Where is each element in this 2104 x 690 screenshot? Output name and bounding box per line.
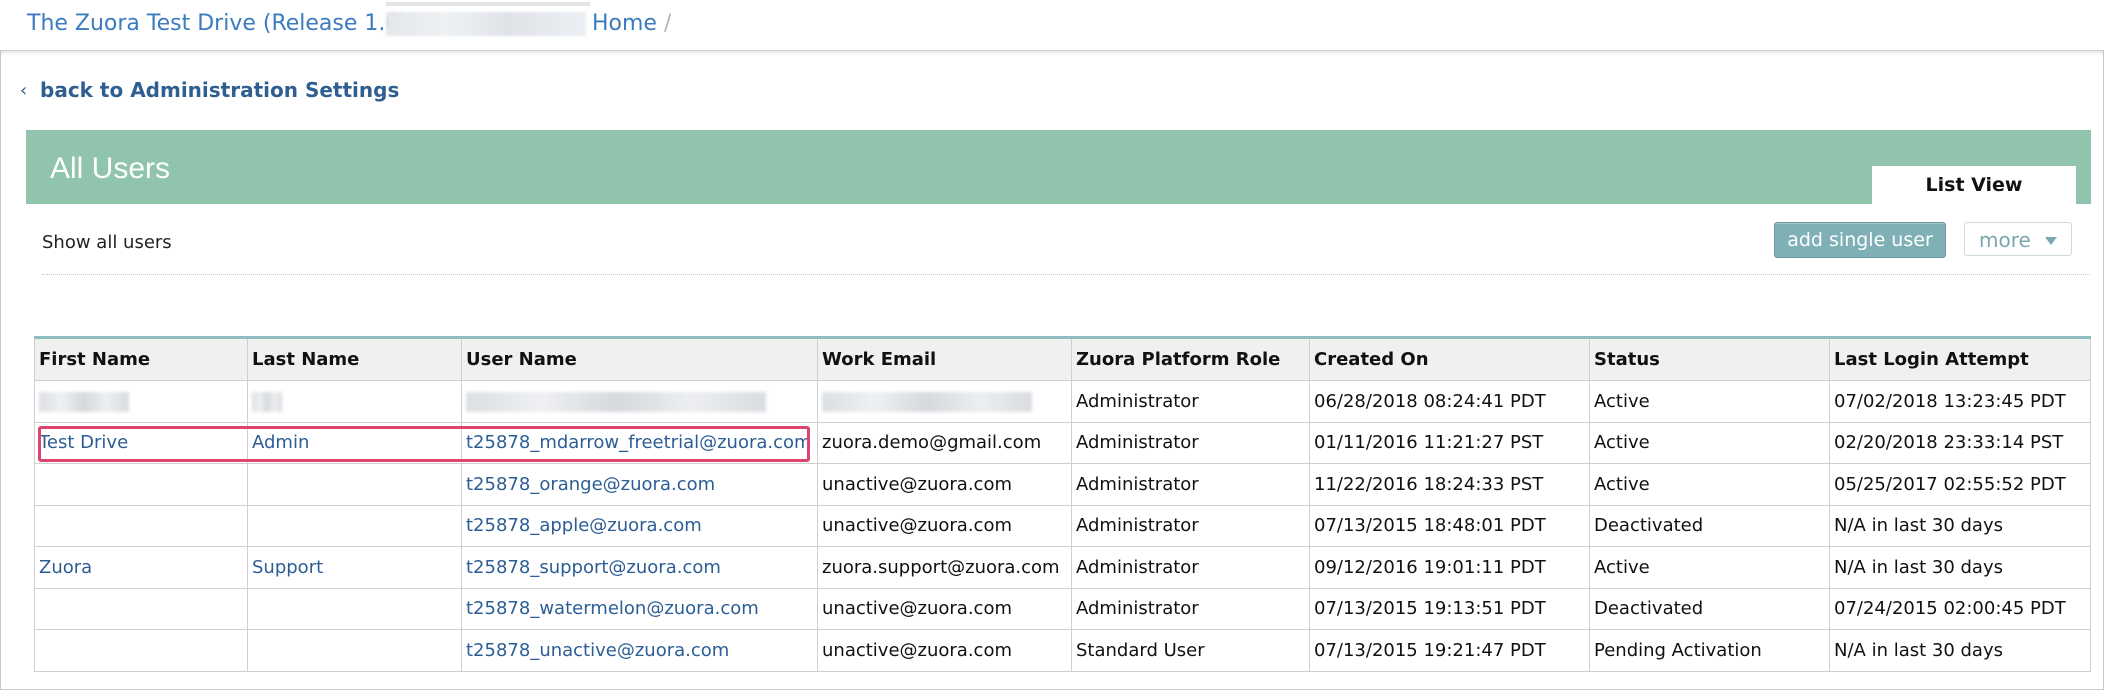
column-header[interactable]: Last Name — [247, 337, 462, 381]
role-cell: Administrator — [1071, 380, 1310, 423]
column-header[interactable]: Work Email — [817, 337, 1072, 381]
redacted-text — [252, 391, 282, 412]
tab-list-view[interactable]: List View — [1872, 166, 2076, 204]
username-link[interactable]: t25878_unactive@zuora.com — [461, 629, 818, 672]
table-row: t25878_watermelon@zuora.com unactive@zuo… — [34, 587, 2091, 630]
created-cell: 01/11/2016 11:21:27 PST — [1309, 421, 1590, 464]
username-cell — [461, 380, 818, 423]
last-login-cell: 02/20/2018 23:33:14 PST — [1829, 421, 2091, 464]
last-name-link[interactable]: Support — [247, 546, 462, 589]
table-row: t25878_unactive@zuora.com unactive@zuora… — [34, 629, 2091, 672]
created-cell: 09/12/2016 19:01:11 PDT — [1309, 546, 1590, 589]
breadcrumb-home-link[interactable]: Home — [592, 11, 657, 36]
email-cell — [817, 380, 1072, 423]
email-cell: unactive@zuora.com — [817, 587, 1072, 630]
created-cell: 11/22/2016 18:24:33 PST — [1309, 463, 1590, 506]
role-cell: Administrator — [1071, 504, 1310, 547]
email-cell: unactive@zuora.com — [817, 463, 1072, 506]
role-cell: Administrator — [1071, 546, 1310, 589]
status-cell: Deactivated — [1589, 587, 1830, 630]
last-name-link[interactable] — [247, 463, 462, 506]
first-name-link[interactable] — [34, 463, 248, 506]
redacted-text — [466, 391, 766, 412]
role-cell: Standard User — [1071, 629, 1310, 672]
page-title: All Users — [50, 152, 171, 185]
status-cell: Deactivated — [1589, 504, 1830, 547]
more-dropdown-button[interactable]: more — [1964, 222, 2072, 256]
status-cell: Pending Activation — [1589, 629, 1830, 672]
last-name-link[interactable]: Admin — [247, 421, 462, 464]
last-name-cell — [247, 380, 462, 423]
role-cell: Administrator — [1071, 587, 1310, 630]
redacted-bar — [386, 2, 590, 6]
users-table: First Name Last Name User Name Work Emai… — [34, 336, 2091, 672]
back-link[interactable]: ‹ back to Administration Settings — [20, 78, 399, 102]
last-login-cell: 07/02/2018 13:23:45 PDT — [1829, 380, 2091, 423]
status-cell: Active — [1589, 380, 1830, 423]
column-header[interactable]: User Name — [461, 337, 818, 381]
table-row: Zuora Support t25878_support@zuora.com z… — [34, 546, 2091, 589]
filter-label: Show all users — [42, 232, 172, 253]
status-cell: Active — [1589, 463, 1830, 506]
table-row: Test Drive Admin t25878_mdarrow_freetria… — [34, 421, 2091, 464]
breadcrumb-app-link[interactable]: The Zuora Test Drive (Release 1.0) — [27, 11, 408, 36]
first-name-link[interactable] — [34, 504, 248, 547]
last-name-link[interactable] — [247, 587, 462, 630]
last-name-link[interactable] — [247, 629, 462, 672]
status-cell: Active — [1589, 546, 1830, 589]
email-cell: zuora.demo@gmail.com — [817, 421, 1072, 464]
column-header[interactable]: Created On — [1309, 337, 1590, 381]
breadcrumb: The Zuora Test Drive (Release 1.0) Home … — [0, 0, 2104, 51]
username-link[interactable]: t25878_support@zuora.com — [461, 546, 818, 589]
last-login-cell: N/A in last 30 days — [1829, 504, 2091, 547]
divider — [42, 274, 2090, 275]
table-header-row: First Name Last Name User Name Work Emai… — [34, 337, 2091, 381]
created-cell: 07/13/2015 19:21:47 PDT — [1309, 629, 1590, 672]
last-name-link[interactable] — [247, 504, 462, 547]
first-name-link[interactable]: Test Drive — [34, 421, 248, 464]
page-header: All Users List View — [26, 130, 2091, 204]
back-link-label[interactable]: back to Administration Settings — [40, 78, 399, 102]
created-cell: 07/13/2015 18:48:01 PDT — [1309, 504, 1590, 547]
email-cell: unactive@zuora.com — [817, 629, 1072, 672]
first-name-link[interactable] — [34, 587, 248, 630]
last-login-cell: 07/24/2015 02:00:45 PDT — [1829, 587, 2091, 630]
table-row: Administrator 06/28/2018 08:24:41 PDT Ac… — [34, 380, 2091, 423]
chevron-left-icon: ‹ — [20, 79, 28, 101]
first-name-link[interactable]: Zuora — [34, 546, 248, 589]
first-name-link[interactable] — [34, 629, 248, 672]
column-header[interactable]: First Name — [34, 337, 248, 381]
column-header[interactable]: Last Login Attempt — [1829, 337, 2091, 381]
table-row: t25878_orange@zuora.com unactive@zuora.c… — [34, 463, 2091, 506]
breadcrumb-separator: / — [664, 11, 672, 36]
status-cell: Active — [1589, 421, 1830, 464]
redacted-text — [822, 391, 1032, 412]
username-link[interactable]: t25878_watermelon@zuora.com — [461, 587, 818, 630]
created-cell: 06/28/2018 08:24:41 PDT — [1309, 380, 1590, 423]
role-cell: Administrator — [1071, 463, 1310, 506]
more-button-label: more — [1979, 228, 2031, 252]
last-login-cell: N/A in last 30 days — [1829, 546, 2091, 589]
email-cell: zuora.support@zuora.com — [817, 546, 1072, 589]
username-link[interactable]: t25878_mdarrow_freetrial@zuora.com — [461, 421, 818, 464]
redacted-text — [39, 391, 129, 412]
username-link[interactable]: t25878_apple@zuora.com — [461, 504, 818, 547]
created-cell: 07/13/2015 19:13:51 PDT — [1309, 587, 1590, 630]
last-login-cell: 05/25/2017 02:55:52 PDT — [1829, 463, 2091, 506]
table-row: t25878_apple@zuora.com unactive@zuora.co… — [34, 504, 2091, 547]
caret-down-icon — [2045, 237, 2057, 245]
breadcrumb-redacted — [386, 12, 586, 36]
first-name-cell — [34, 380, 248, 423]
column-header[interactable]: Status — [1589, 337, 1830, 381]
username-link[interactable]: t25878_orange@zuora.com — [461, 463, 818, 506]
email-cell: unactive@zuora.com — [817, 504, 1072, 547]
column-header[interactable]: Zuora Platform Role — [1071, 337, 1310, 381]
role-cell: Administrator — [1071, 421, 1310, 464]
add-single-user-button[interactable]: add single user — [1774, 222, 1946, 258]
last-login-cell: N/A in last 30 days — [1829, 629, 2091, 672]
